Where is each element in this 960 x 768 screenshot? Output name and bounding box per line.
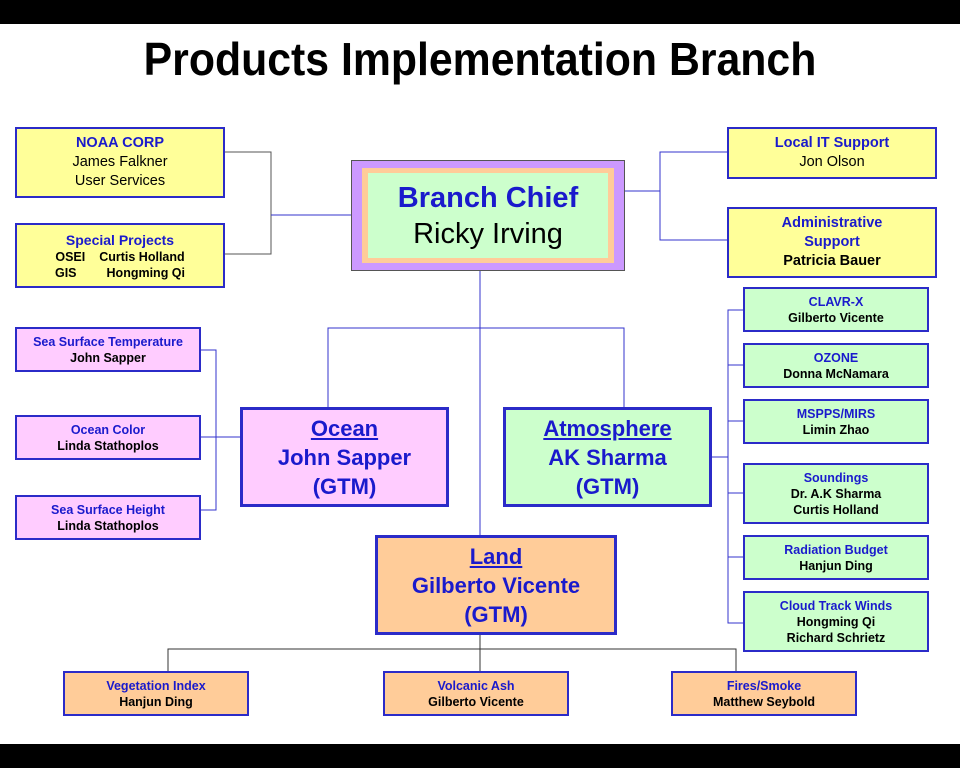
box-heading: Special Projects — [65, 231, 175, 248]
team-member: Limin Zhao — [802, 422, 870, 437]
team-heading: Soundings — [803, 470, 869, 485]
box-name: James Falkner — [72, 154, 168, 170]
support-box-administrative: Administrative Support Patricia Bauer — [727, 207, 937, 278]
team-member: Linda Stathoplos — [57, 438, 159, 453]
team-member: Hanjun Ding — [799, 558, 873, 573]
row-code: GIS — [54, 265, 77, 280]
team-member: Gilberto Vicente — [428, 694, 524, 709]
box-name: Patricia Bauer — [783, 253, 881, 269]
row-name: Curtis Holland — [99, 249, 185, 264]
atmosphere-team-clavr-x: CLAVR-X Gilberto Vicente — [743, 287, 929, 332]
team-heading: CLAVR-X — [808, 294, 864, 309]
team-member: Hongming Qi — [796, 614, 876, 629]
row-name: Hongming Qi — [106, 265, 185, 280]
connector-atmosphere-teams — [712, 309, 743, 624]
ocean-team-ocean-color: Ocean Color Linda Stathoplos — [15, 415, 201, 460]
division-role: (GTM) — [575, 473, 640, 499]
division-atmosphere: Atmosphere AK Sharma (GTM) — [503, 407, 712, 507]
atmosphere-team-soundings: Soundings Dr. A.K Sharma Curtis Holland — [743, 463, 929, 524]
chief-heading: Branch Chief — [397, 181, 579, 214]
ocean-team-sst: Sea Surface Temperature John Sapper — [15, 327, 201, 372]
atmosphere-team-radiation-budget: Radiation Budget Hanjun Ding — [743, 535, 929, 580]
team-heading: Fires/Smoke — [726, 678, 802, 693]
team-heading: MSPPS/MIRS — [796, 406, 876, 421]
support-box-local-it: Local IT Support Jon Olson — [727, 127, 937, 179]
team-heading: Sea Surface Height — [51, 502, 165, 517]
division-role: (GTM) — [312, 473, 377, 499]
connector-right-support — [659, 151, 727, 241]
box-heading: NOAA CORP — [75, 135, 165, 151]
box-subtitle: User Services — [74, 173, 166, 189]
team-heading: Ocean Color — [70, 422, 146, 437]
team-heading: Cloud Track Winds — [779, 598, 893, 613]
chief-panel: Branch Chief Ricky Irving — [368, 173, 608, 258]
team-heading: Vegetation Index — [106, 678, 206, 693]
team-heading: OZONE — [813, 350, 859, 365]
team-member: Matthew Seybold — [712, 694, 816, 709]
division-heading: Atmosphere — [543, 415, 672, 441]
connector-noaa-corp — [224, 151, 272, 255]
box-name: Jon Olson — [799, 154, 865, 170]
atmosphere-team-mspps-mirs: MSPPS/MIRS Limin Zhao — [743, 399, 929, 444]
team-member: Donna McNamara — [783, 366, 889, 381]
division-heading: Ocean — [310, 415, 379, 441]
atmosphere-team-cloud-track-winds: Cloud Track Winds Hongming Qi Richard Sc… — [743, 591, 929, 652]
team-member: Hanjun Ding — [119, 694, 193, 709]
ocean-team-ssh: Sea Surface Height Linda Stathoplos — [15, 495, 201, 540]
team-member: Dr. A.K Sharma — [790, 486, 882, 501]
connector-ocean-teams — [201, 349, 240, 511]
division-heading: Land — [469, 543, 523, 569]
team-heading: Volcanic Ash — [437, 678, 515, 693]
team-member: Gilberto Vicente — [788, 310, 884, 325]
division-role: (GTM) — [464, 601, 528, 627]
team-member: Linda Stathoplos — [57, 518, 159, 533]
team-heading: Radiation Budget — [784, 542, 888, 557]
connector-land-teams — [167, 634, 737, 672]
chief-name: Ricky Irving — [413, 217, 563, 250]
land-team-volcanic-ash: Volcanic Ash Gilberto Vicente — [383, 671, 569, 716]
team-heading: Sea Surface Temperature — [33, 334, 183, 349]
box-heading-line-2: Support — [804, 234, 860, 250]
atmosphere-team-ozone: OZONE Donna McNamara — [743, 343, 929, 388]
team-member: Curtis Holland — [793, 502, 879, 517]
branch-chief-box: Branch Chief Ricky Irving — [351, 160, 625, 271]
box-heading-line-1: Administrative — [781, 215, 883, 231]
box-heading: Local IT Support — [774, 135, 890, 151]
division-ocean: Ocean John Sapper (GTM) — [240, 407, 449, 507]
support-box-special-projects: Special Projects OSEI Curtis Holland GIS… — [15, 223, 225, 288]
division-lead: John Sapper — [277, 444, 412, 470]
special-projects-row-gis: GIS Hongming Qi — [55, 265, 185, 281]
division-lead: AK Sharma — [548, 444, 667, 470]
support-box-noaa-corp: NOAA CORP James Falkner User Services — [15, 127, 225, 198]
team-member: John Sapper — [70, 350, 146, 365]
row-code: OSEI — [55, 249, 86, 264]
division-lead: Gilberto Vicente — [411, 572, 581, 598]
connector-ocean-atmosphere — [327, 327, 625, 408]
division-land: Land Gilberto Vicente (GTM) — [375, 535, 617, 635]
team-member: Richard Schrietz — [786, 630, 886, 645]
land-team-fires-smoke: Fires/Smoke Matthew Seybold — [671, 671, 857, 716]
land-team-vegetation-index: Vegetation Index Hanjun Ding — [63, 671, 249, 716]
special-projects-row-osei: OSEI Curtis Holland — [55, 249, 184, 265]
